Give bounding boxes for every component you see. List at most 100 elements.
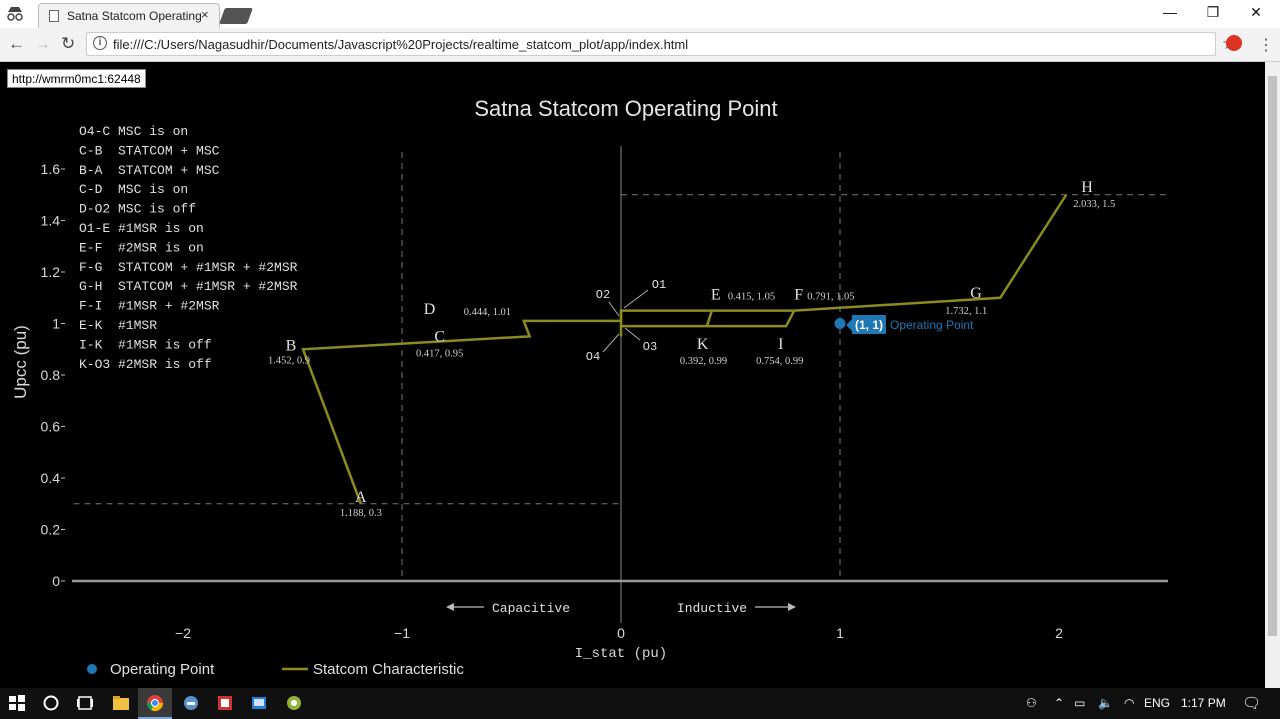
point-letter-i: I — [778, 336, 783, 353]
browser-window: Satna Statcom Operating × — ❐ ✕ ← → ↻ i … — [0, 0, 1280, 719]
note-line: O1-E #1MSR is on — [79, 221, 204, 236]
windows-start-icon[interactable] — [8, 694, 26, 712]
y-tick-label: 0.6 — [41, 419, 61, 435]
app-icon[interactable] — [285, 694, 303, 712]
language-indicator[interactable]: ENG — [1144, 696, 1170, 710]
point-coords-k: 0.392, 0.99 — [680, 356, 727, 367]
note-line: F-I #1MSR + #2MSR — [79, 299, 220, 314]
tab-title: Satna Statcom Operating — [67, 9, 202, 23]
point-coords-c: 0.417, 0.95 — [416, 348, 463, 359]
y-tick-label: 1.4 — [41, 213, 61, 229]
volume-icon[interactable]: 🔈 — [1098, 696, 1113, 710]
url-text: file:///C:/Users/Nagasudhir/Documents/Ja… — [113, 37, 689, 52]
point-labels: A 1.188, 0.3 B1.452, 0.9 C 0.417, 0.95 D 0.444… — [268, 179, 1115, 519]
point-coords-d: 0.444, 1.01 — [464, 307, 511, 318]
point-letter-a: A — [355, 489, 367, 506]
origin-label-o1: O1 — [652, 278, 666, 292]
restore-icon[interactable]: ❐ — [1198, 4, 1228, 21]
capacitive-arrowhead — [446, 603, 454, 611]
task-view-icon[interactable] — [76, 694, 94, 712]
point-coords-h: 2.033, 1.5 — [1073, 199, 1115, 210]
page-scrollbar[interactable] — [1265, 62, 1280, 688]
chevron-up-icon[interactable]: ⌃ — [1054, 696, 1064, 710]
clock[interactable]: 1:17 PM — [1181, 696, 1226, 710]
new-tab-button[interactable] — [219, 8, 253, 24]
scrollbar-thumb[interactable] — [1268, 76, 1277, 636]
operating-hover-pointer — [846, 319, 852, 331]
note-line: C-D MSC is on — [79, 182, 188, 197]
notes-block: O4-C MSC is on C-B STATCOM + MSC B-A STATC… — [79, 124, 298, 372]
browser-tab[interactable]: Satna Statcom Operating × — [38, 3, 220, 28]
point-coords-f: 0.791, 1.05 — [807, 292, 854, 303]
point-letter-h: H — [1081, 179, 1093, 196]
address-bar[interactable]: i file:///C:/Users/Nagasudhir/Documents/… — [86, 32, 1237, 56]
y-tick-label: 0.8 — [41, 367, 61, 383]
point-letter-g: G — [970, 285, 982, 302]
tab-strip: Satna Statcom Operating × — ❐ ✕ — [0, 0, 1280, 28]
point-coords-a: 1.188, 0.3 — [340, 508, 382, 519]
battery-icon[interactable]: ▭ — [1074, 696, 1085, 710]
note-line: I-K #1MSR is off — [79, 337, 212, 352]
reload-icon[interactable]: ↻ — [61, 34, 75, 54]
point-letter-k: K — [697, 336, 709, 353]
legend-characteristic-label[interactable]: Statcom Characteristic — [313, 661, 464, 678]
point-letter-c: C — [434, 328, 445, 345]
origin-arrow-o4 — [602, 333, 620, 353]
point-letter-d: D — [424, 301, 436, 318]
operating-point-marker[interactable] — [834, 318, 846, 329]
incognito-icon — [7, 7, 23, 21]
close-window-icon[interactable]: ✕ — [1241, 4, 1271, 21]
minimize-icon[interactable]: — — [1155, 4, 1185, 20]
origin-label-o4: O4 — [586, 350, 600, 364]
note-line: B-A STATCOM + MSC — [79, 163, 220, 178]
extension-icon[interactable] — [1226, 35, 1242, 51]
note-line: C-B STATCOM + MSC — [79, 143, 220, 158]
plot-title: Satna Statcom Operating Point — [474, 96, 777, 121]
capacitive-label: Capacitive — [492, 601, 570, 616]
y-tick-label: 0 — [52, 573, 60, 589]
operating-hover-name: Operating Point — [890, 318, 974, 332]
point-coords-g: 1.732, 1.1 — [945, 306, 987, 317]
note-line: F-G STATCOM + #1MSR + #2MSR — [79, 260, 298, 275]
legend-operating-label[interactable]: Operating Point — [110, 661, 215, 678]
inductive-arrowhead — [788, 603, 796, 611]
x-tick-label: 0 — [617, 625, 625, 641]
windows-taskbar: ⚇ ⌃ ▭ 🔈 ◠ ENG 1:17 PM 🗨 — [0, 688, 1280, 719]
wifi-icon[interactable]: ◠ — [1124, 696, 1134, 710]
people-icon[interactable]: ⚇ — [1026, 696, 1037, 710]
page-icon — [49, 10, 59, 22]
note-line: K-O3 #2MSR is off — [79, 357, 212, 372]
file-explorer-icon[interactable] — [112, 694, 130, 712]
point-coords-i: 0.754, 0.99 — [756, 356, 803, 367]
note-line: E-F #2MSR is on — [79, 240, 204, 255]
y-tick-label: 1.2 — [41, 264, 61, 280]
note-line: E-K #1MSR — [79, 318, 157, 333]
forward-icon[interactable]: → — [34, 34, 51, 54]
back-icon[interactable]: ← — [8, 34, 25, 54]
x-tick-label: 2 — [1055, 625, 1063, 641]
origin-arrow-o2 — [608, 301, 620, 317]
browser-toolbar: ← → ↻ i file:///C:/Users/Nagasudhir/Docu… — [0, 28, 1280, 62]
note-line: O4-C MSC is on — [79, 124, 188, 139]
chrome-taskbar-button[interactable] — [138, 688, 172, 719]
note-line: G-H STATCOM + #1MSR + #2MSR — [79, 279, 298, 294]
cortana-icon[interactable] — [42, 694, 60, 712]
legend-operating-marker[interactable] — [87, 664, 97, 674]
inductive-label: Inductive — [677, 601, 747, 616]
y-tick-label: 0.4 — [41, 470, 61, 486]
x-tick-label: −2 — [175, 625, 191, 641]
origin-label-o2: O2 — [596, 288, 610, 302]
app-icon[interactable] — [216, 694, 234, 712]
info-icon[interactable]: i — [93, 36, 107, 50]
menu-icon[interactable]: ⋮ — [1258, 35, 1274, 55]
y-axis-title: Upcc (pu) — [11, 325, 30, 399]
close-tab-icon[interactable]: × — [201, 7, 209, 22]
origin-label-o3: O3 — [643, 340, 657, 354]
app-icon[interactable] — [250, 694, 268, 712]
characteristic-line — [705, 310, 714, 327]
app-icon[interactable] — [182, 694, 200, 712]
origin-arrow-o3 — [624, 327, 641, 341]
x-axis-title: I_stat (pu) — [575, 646, 667, 662]
origin-arrow-o1 — [623, 289, 649, 309]
notifications-icon[interactable]: 🗨 — [1242, 694, 1261, 712]
